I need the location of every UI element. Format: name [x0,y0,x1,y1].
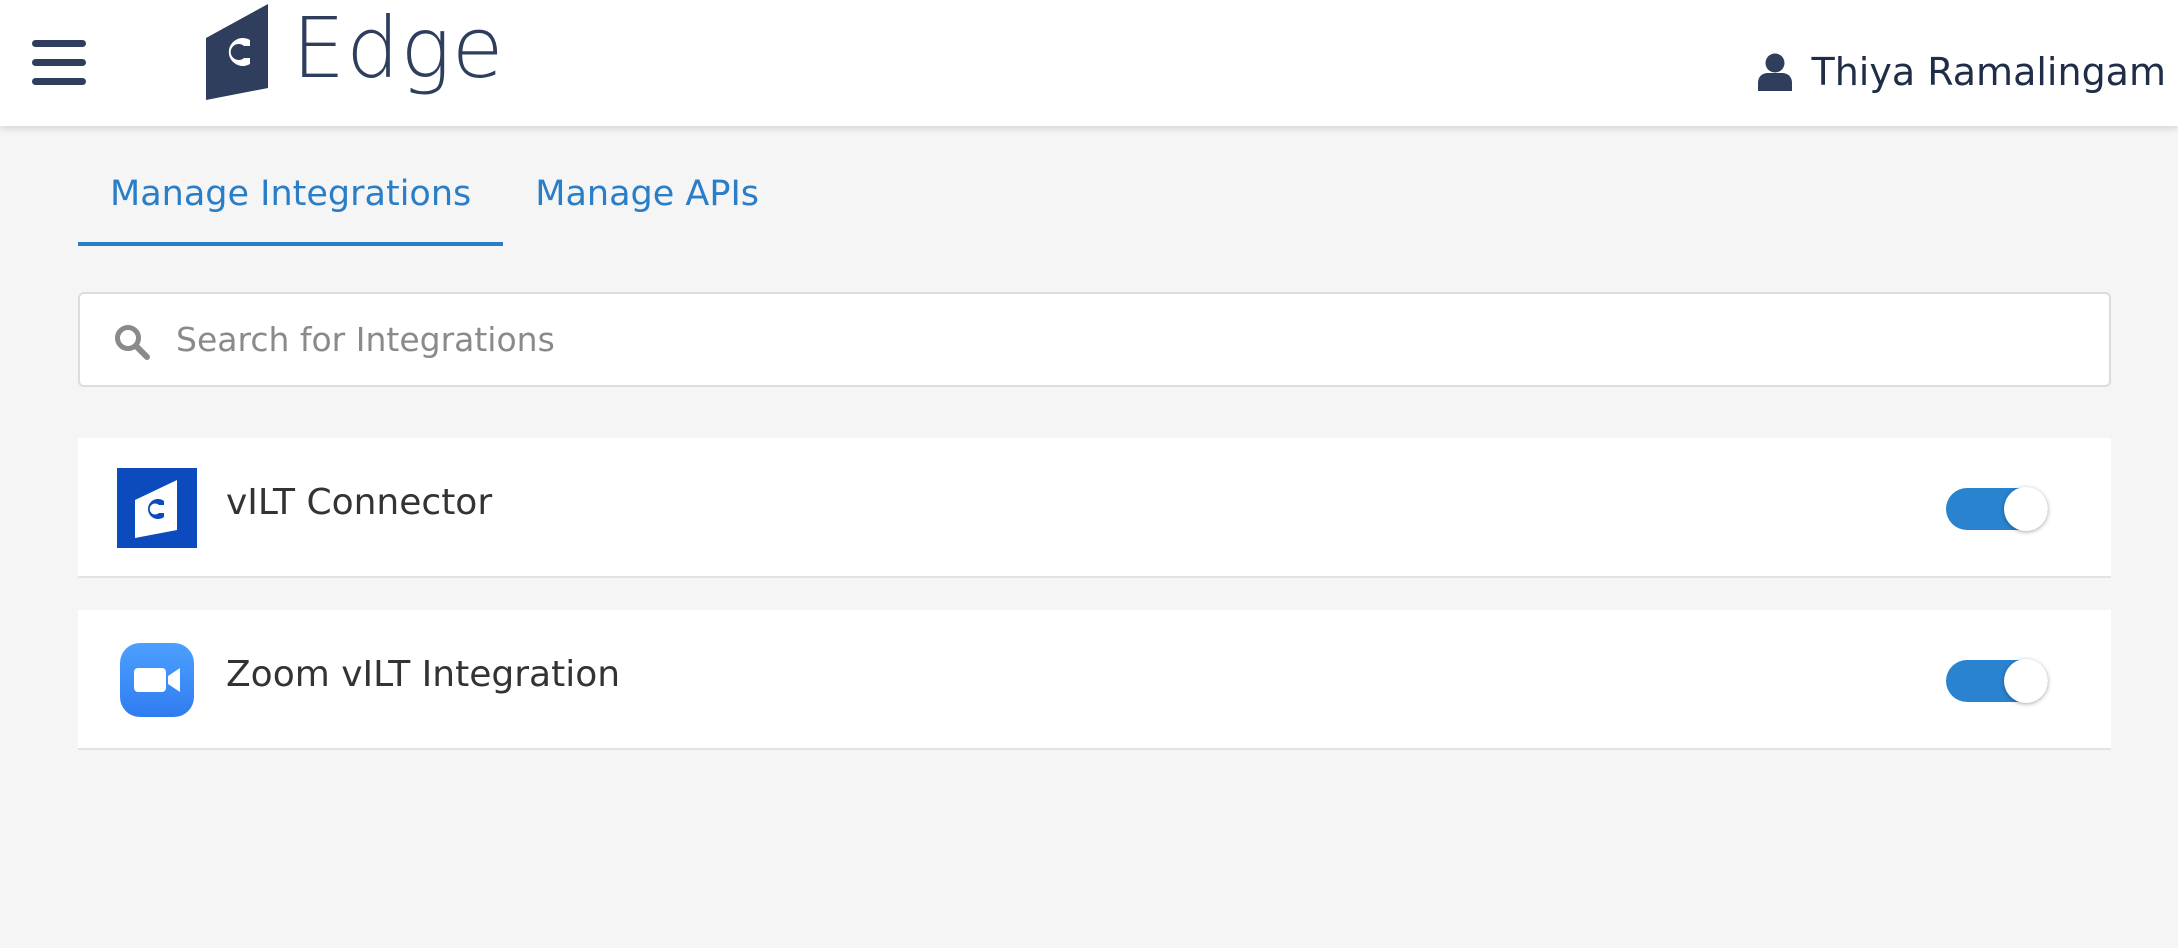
edge-logo-icon [117,468,197,548]
integration-tabs: Manage Integrations Manage APIs [78,156,791,246]
integration-name: Zoom vILT Integration [226,654,621,695]
integration-name: vILT Connector [226,482,493,523]
zoom-video-icon [120,643,194,717]
brand-name: Edge [292,0,505,97]
hamburger-menu-icon[interactable] [32,40,86,86]
top-navigation-bar: Edge Thiya Ramalingam [0,0,2178,126]
edge-logo-icon [206,4,268,100]
enable-toggle[interactable] [1946,659,2048,703]
user-menu[interactable]: Thiya Ramalingam [1757,48,2167,96]
search-icon [115,325,150,360]
user-icon [1757,53,1792,91]
enable-toggle[interactable] [1946,487,2048,531]
integration-card-zoom: Zoom vILT Integration [78,610,2111,750]
tab-manage-integrations[interactable]: Manage Integrations [78,156,504,246]
integration-card-vilt-connector: vILT Connector [78,438,2111,578]
tab-manage-apis[interactable]: Manage APIs [503,156,791,246]
search-bar [78,292,2111,387]
search-input[interactable] [176,294,2076,385]
user-name: Thiya Ramalingam [1811,50,2167,94]
